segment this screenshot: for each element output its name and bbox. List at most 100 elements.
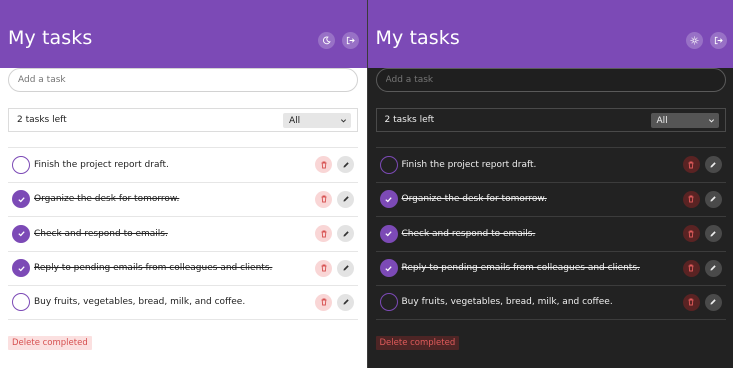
trash-icon bbox=[688, 161, 694, 169]
task-text: Check and respond to emails. bbox=[401, 228, 536, 239]
edit-task-button[interactable] bbox=[704, 156, 722, 174]
page-title: My tasks bbox=[8, 27, 93, 49]
pencil-icon bbox=[710, 265, 716, 271]
task-text: Reply to pending emails from colleagues … bbox=[34, 263, 273, 274]
task-text: Finish the project report draft. bbox=[34, 159, 169, 170]
task-text: Check and respond to emails. bbox=[34, 228, 168, 239]
filter-select[interactable]: All bbox=[283, 113, 351, 128]
task-row: Finish the project report draft. bbox=[8, 147, 358, 182]
status-bar: 2 tasks left All bbox=[8, 108, 358, 132]
delete-task-button[interactable] bbox=[315, 156, 332, 174]
delete-task-button[interactable] bbox=[315, 259, 332, 277]
check-icon bbox=[385, 197, 392, 203]
trash-icon bbox=[321, 195, 326, 203]
pencil-icon bbox=[710, 162, 716, 168]
delete-task-button[interactable] bbox=[682, 293, 700, 311]
task-row: Check and respond to emails. bbox=[8, 216, 358, 251]
status-bar: 2 tasks left All bbox=[375, 108, 726, 132]
task-checkbox[interactable] bbox=[12, 293, 30, 312]
task-row: Organize the desk for tomorrow. bbox=[8, 181, 358, 217]
pencil-icon bbox=[710, 231, 716, 237]
task-row: Reply to pending emails from colleagues … bbox=[8, 250, 358, 286]
pencil-icon bbox=[710, 299, 716, 305]
trash-icon bbox=[688, 195, 694, 203]
delete-task-button[interactable] bbox=[315, 225, 332, 243]
check-icon bbox=[385, 231, 392, 237]
delete-task-button[interactable] bbox=[682, 225, 700, 243]
theme-toggle-button[interactable] bbox=[685, 32, 703, 49]
trash-icon bbox=[688, 230, 694, 238]
task-text: Buy fruits, vegetables, bread, milk, and… bbox=[401, 297, 613, 308]
task-text: Buy fruits, vegetables, bread, milk, and… bbox=[34, 297, 246, 308]
pencil-icon bbox=[343, 231, 349, 237]
edit-task-button[interactable] bbox=[704, 190, 722, 208]
delete-task-button[interactable] bbox=[315, 190, 332, 208]
delete-task-button[interactable] bbox=[682, 156, 700, 174]
chevron-down-icon bbox=[340, 119, 347, 123]
add-task-input[interactable] bbox=[8, 68, 358, 92]
page-title: My tasks bbox=[375, 27, 460, 49]
tasks-left-count: 2 tasks left bbox=[384, 115, 435, 125]
task-text: Organize the desk for tomorrow. bbox=[34, 194, 180, 205]
edit-task-button[interactable] bbox=[337, 259, 354, 277]
edit-task-button[interactable] bbox=[337, 293, 354, 311]
task-row: Buy fruits, vegetables, bread, milk, and… bbox=[375, 285, 726, 320]
edit-task-button[interactable] bbox=[704, 293, 722, 311]
filter-select-value: All bbox=[289, 115, 301, 126]
delete-completed-button[interactable]: Delete completed bbox=[8, 336, 92, 350]
task-row: Finish the project report draft. bbox=[375, 147, 726, 182]
task-list: Finish the project report draft. Organiz… bbox=[375, 147, 726, 320]
task-checkbox[interactable] bbox=[379, 155, 398, 174]
trash-icon bbox=[321, 298, 326, 306]
task-checkbox[interactable] bbox=[12, 155, 30, 174]
trash-icon bbox=[688, 298, 694, 306]
chevron-down-icon bbox=[708, 119, 714, 123]
delete-task-button[interactable] bbox=[315, 293, 332, 311]
filter-select-value: All bbox=[656, 115, 668, 126]
task-text: Finish the project report draft. bbox=[401, 159, 537, 170]
task-checkbox[interactable] bbox=[379, 190, 398, 209]
pencil-icon bbox=[343, 299, 349, 305]
check-icon bbox=[17, 266, 25, 272]
task-checkbox[interactable] bbox=[12, 190, 30, 209]
logout-icon bbox=[714, 36, 723, 45]
delete-task-button[interactable] bbox=[682, 190, 700, 208]
filter-select[interactable]: All bbox=[650, 113, 719, 128]
edit-task-button[interactable] bbox=[704, 225, 722, 243]
task-checkbox[interactable] bbox=[379, 224, 398, 243]
edit-task-button[interactable] bbox=[337, 190, 354, 208]
edit-task-button[interactable] bbox=[337, 156, 354, 174]
task-checkbox[interactable] bbox=[379, 259, 398, 278]
logout-icon bbox=[346, 36, 355, 45]
moon-icon bbox=[323, 36, 331, 45]
add-task-input[interactable] bbox=[375, 68, 726, 92]
task-text: Organize the desk for tomorrow. bbox=[401, 194, 547, 205]
edit-task-button[interactable] bbox=[704, 259, 722, 277]
pencil-icon bbox=[343, 162, 349, 168]
trash-icon bbox=[321, 230, 326, 238]
pencil-icon bbox=[343, 196, 349, 202]
task-checkbox[interactable] bbox=[12, 259, 30, 278]
task-text: Reply to pending emails from colleagues … bbox=[401, 263, 640, 274]
trash-icon bbox=[321, 161, 326, 169]
logout-button[interactable] bbox=[342, 32, 359, 49]
task-list: Finish the project report draft. Organiz… bbox=[8, 147, 358, 320]
theme-toggle-button[interactable] bbox=[318, 32, 335, 49]
delete-completed-button[interactable]: Delete completed bbox=[375, 336, 460, 350]
light-theme-panel: My tasks 2 tasks left All Finish the pro… bbox=[0, 0, 367, 368]
trash-icon bbox=[321, 264, 326, 272]
check-icon bbox=[17, 197, 25, 203]
app-header: My tasks bbox=[0, 0, 367, 68]
logout-button[interactable] bbox=[709, 32, 727, 49]
task-checkbox[interactable] bbox=[12, 224, 30, 243]
edit-task-button[interactable] bbox=[337, 225, 354, 243]
check-icon bbox=[17, 231, 25, 237]
tasks-left-count: 2 tasks left bbox=[17, 115, 67, 125]
app-header: My tasks bbox=[367, 0, 733, 68]
delete-task-button[interactable] bbox=[682, 259, 700, 277]
task-checkbox[interactable] bbox=[379, 293, 398, 312]
dark-theme-panel: My tasks 2 tasks left All Finish the pro… bbox=[366, 0, 733, 368]
pencil-icon bbox=[343, 265, 349, 271]
pencil-icon bbox=[710, 196, 716, 202]
task-row: Buy fruits, vegetables, bread, milk, and… bbox=[8, 285, 358, 320]
